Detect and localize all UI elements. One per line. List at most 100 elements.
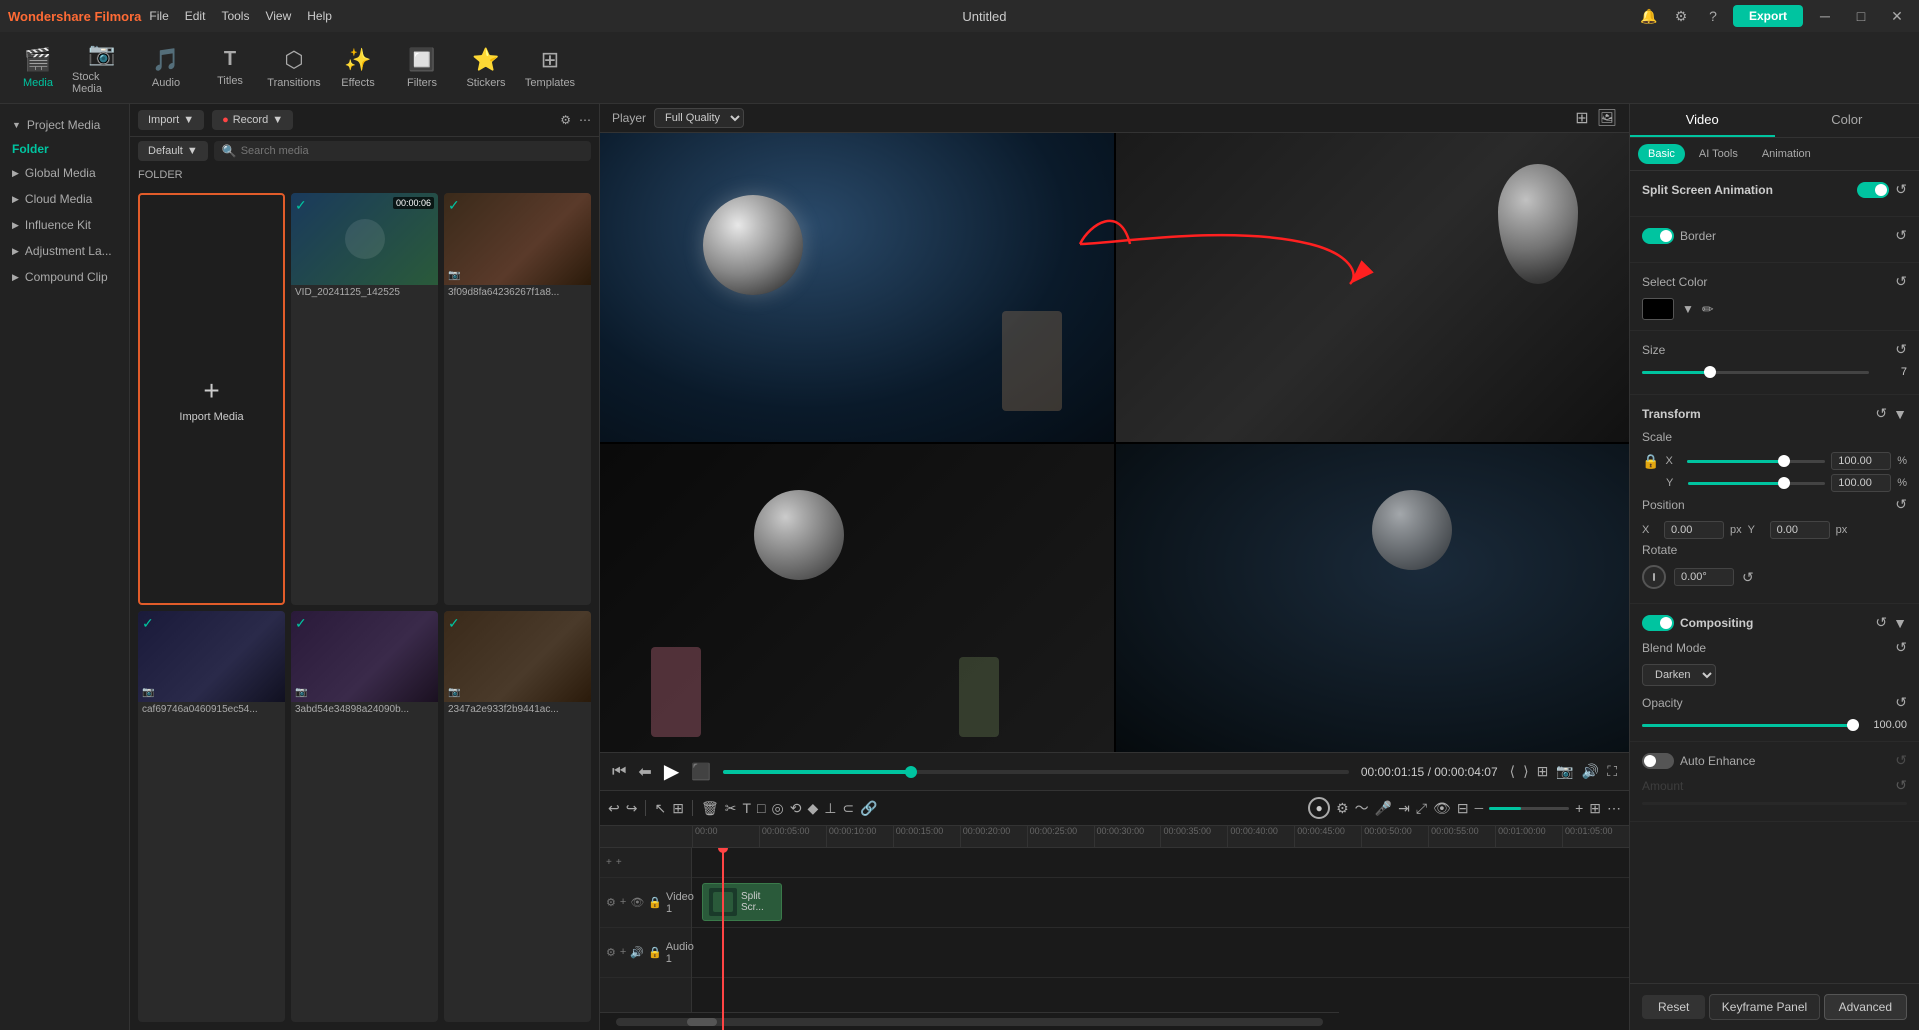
grid-view-icon[interactable]: ⊞: [1589, 800, 1601, 817]
toolbar-templates[interactable]: ⊞ Templates: [520, 36, 580, 100]
split-screen-reset[interactable]: ↺: [1895, 181, 1907, 198]
toolbar-filters[interactable]: 🔲 Filters: [392, 36, 452, 100]
default-dropdown[interactable]: Default ▼: [138, 141, 208, 161]
audio-wave-icon[interactable]: 〜: [1355, 798, 1369, 818]
transform-reset[interactable]: ↺: [1875, 405, 1887, 422]
track-audio-lock[interactable]: 🔒: [648, 946, 662, 959]
color-dropdown-arrow[interactable]: ▼: [1682, 302, 1694, 316]
media-item-3[interactable]: ✓ 📷 caf69746a0460915ec54...: [138, 611, 285, 1023]
scale-y-input[interactable]: [1831, 474, 1891, 492]
more-icon[interactable]: ⋯: [579, 113, 591, 127]
go-to-start-button[interactable]: ⏮: [612, 763, 626, 781]
media-item-5[interactable]: ✓ 📷 2347a2e933f2b9441ac...: [444, 611, 591, 1023]
export-button[interactable]: Export: [1733, 5, 1803, 27]
grid-icon[interactable]: ⊞: [1575, 108, 1588, 128]
sidebar-item-project-media[interactable]: ▼ Project Media: [0, 112, 129, 138]
zoom-track[interactable]: [1489, 807, 1569, 810]
keyframe-icon[interactable]: ◆: [807, 800, 818, 817]
track-add-icon[interactable]: +: [620, 896, 626, 909]
toolbar-stickers[interactable]: ⭐ Stickers: [456, 36, 516, 100]
scale-y-slider[interactable]: [1688, 482, 1825, 485]
step-back-button[interactable]: ⬅: [638, 762, 651, 782]
sidebar-item-global-media[interactable]: ▶ Global Media: [0, 160, 129, 186]
snapshot-icon[interactable]: 📷: [1556, 763, 1573, 780]
lock-icon[interactable]: 🔒: [1642, 453, 1659, 470]
position-x-input[interactable]: [1664, 521, 1724, 539]
menu-edit[interactable]: Edit: [185, 9, 206, 23]
sidebar-item-influence-kit[interactable]: ▶ Influence Kit: [0, 212, 129, 238]
undo-icon[interactable]: ↩: [608, 800, 620, 817]
add-audio-track-icon[interactable]: +: [616, 857, 622, 868]
size-slider[interactable]: [1642, 371, 1869, 374]
help-icon[interactable]: ?: [1701, 4, 1725, 28]
track-settings-icon[interactable]: ⚙: [606, 896, 616, 909]
maximize-button[interactable]: □: [1847, 6, 1875, 26]
menu-help[interactable]: Help: [307, 9, 332, 23]
account-icon[interactable]: 🔔: [1637, 4, 1661, 28]
transform-icon[interactable]: ⟲: [790, 800, 802, 817]
redo-icon[interactable]: ↪: [626, 800, 638, 817]
playhead[interactable]: [722, 848, 724, 1030]
media-item-4[interactable]: ✓ 📷 3abd54e34898a24090b...: [291, 611, 438, 1023]
color-pen-icon[interactable]: ✏: [1702, 301, 1714, 318]
timeline-scrubber[interactable]: [723, 770, 1349, 774]
position-reset[interactable]: ↺: [1895, 496, 1907, 513]
subtab-animation[interactable]: Animation: [1752, 144, 1821, 164]
quality-select[interactable]: Full Quality: [654, 108, 744, 128]
menu-view[interactable]: View: [265, 9, 291, 23]
toolbar-effects[interactable]: ✨ Effects: [328, 36, 388, 100]
out-point-icon[interactable]: ⟩: [1523, 763, 1528, 780]
delete-icon[interactable]: 🗑: [701, 800, 719, 817]
media-item-1[interactable]: 00:00:06 ✓ VID_20241125_142525: [291, 193, 438, 605]
link-icon[interactable]: 🔗: [860, 800, 877, 817]
stop-button[interactable]: ⬛: [691, 762, 711, 782]
mic-icon[interactable]: 🎤: [1375, 800, 1392, 817]
position-y-input[interactable]: [1770, 521, 1830, 539]
select-tool-icon[interactable]: ↖: [654, 800, 666, 817]
fullscreen-icon[interactable]: ⛶: [1607, 763, 1617, 780]
photo-icon[interactable]: 🖼: [1597, 108, 1617, 128]
border-toggle[interactable]: [1642, 228, 1674, 244]
tab-color[interactable]: Color: [1775, 104, 1919, 137]
size-reset[interactable]: ↺: [1895, 341, 1907, 358]
toolbar-titles[interactable]: T Titles: [200, 36, 260, 100]
magnet-icon[interactable]: ⊂: [842, 800, 854, 817]
opacity-reset[interactable]: ↺: [1895, 694, 1907, 711]
volume-icon[interactable]: 🔊: [1582, 763, 1599, 780]
crop-timeline-icon[interactable]: □: [757, 800, 765, 816]
motion-icon[interactable]: ⤢: [1416, 800, 1427, 817]
in-point-icon[interactable]: ⟨: [1510, 763, 1515, 780]
compositing-chevron[interactable]: ▼: [1893, 615, 1907, 631]
subtab-ai-tools[interactable]: AI Tools: [1689, 144, 1748, 164]
advanced-button[interactable]: Advanced: [1824, 994, 1907, 1020]
zoom-in-icon[interactable]: +: [1575, 800, 1583, 816]
blend-mode-reset[interactable]: ↺: [1895, 639, 1907, 656]
scrollbar-thumb[interactable]: [687, 1018, 717, 1026]
auto-enhance-reset[interactable]: ↺: [1895, 752, 1907, 769]
border-reset[interactable]: ↺: [1895, 227, 1907, 244]
toolbar-media[interactable]: 🎬 Media: [8, 36, 68, 100]
track-audio-add[interactable]: +: [620, 946, 626, 959]
split-icon[interactable]: ✂: [725, 800, 737, 817]
size-slider-thumb[interactable]: [1704, 366, 1716, 378]
blend-mode-select[interactable]: Darken: [1642, 664, 1716, 686]
sidebar-item-adjustment-layer[interactable]: ▶ Adjustment La...: [0, 238, 129, 264]
opacity-slider[interactable]: [1642, 724, 1859, 727]
compositing-toggle[interactable]: [1642, 615, 1674, 631]
sidebar-item-cloud-media[interactable]: ▶ Cloud Media: [0, 186, 129, 212]
scale-x-slider[interactable]: [1687, 460, 1825, 463]
menu-tools[interactable]: Tools: [221, 9, 249, 23]
media-item-2[interactable]: ✓ 📷 3f09d8fa64236267f1a8...: [444, 193, 591, 605]
close-button[interactable]: ✕: [1883, 6, 1911, 26]
opacity-thumb[interactable]: [1847, 719, 1859, 731]
rotate-dial[interactable]: [1642, 565, 1666, 589]
compositing-reset[interactable]: ↺: [1875, 614, 1887, 631]
extract-icon[interactable]: ⇥: [1398, 800, 1410, 817]
track-content[interactable]: Split Scr...: [692, 848, 1629, 1030]
settings-timeline-icon[interactable]: ⚙: [1336, 800, 1349, 817]
search-input[interactable]: [241, 145, 583, 157]
more-icon-2[interactable]: ⋯: [1607, 800, 1621, 817]
auto-enhance-toggle[interactable]: [1642, 753, 1674, 769]
progress-thumb[interactable]: [905, 766, 917, 778]
color-box[interactable]: [1642, 298, 1674, 320]
